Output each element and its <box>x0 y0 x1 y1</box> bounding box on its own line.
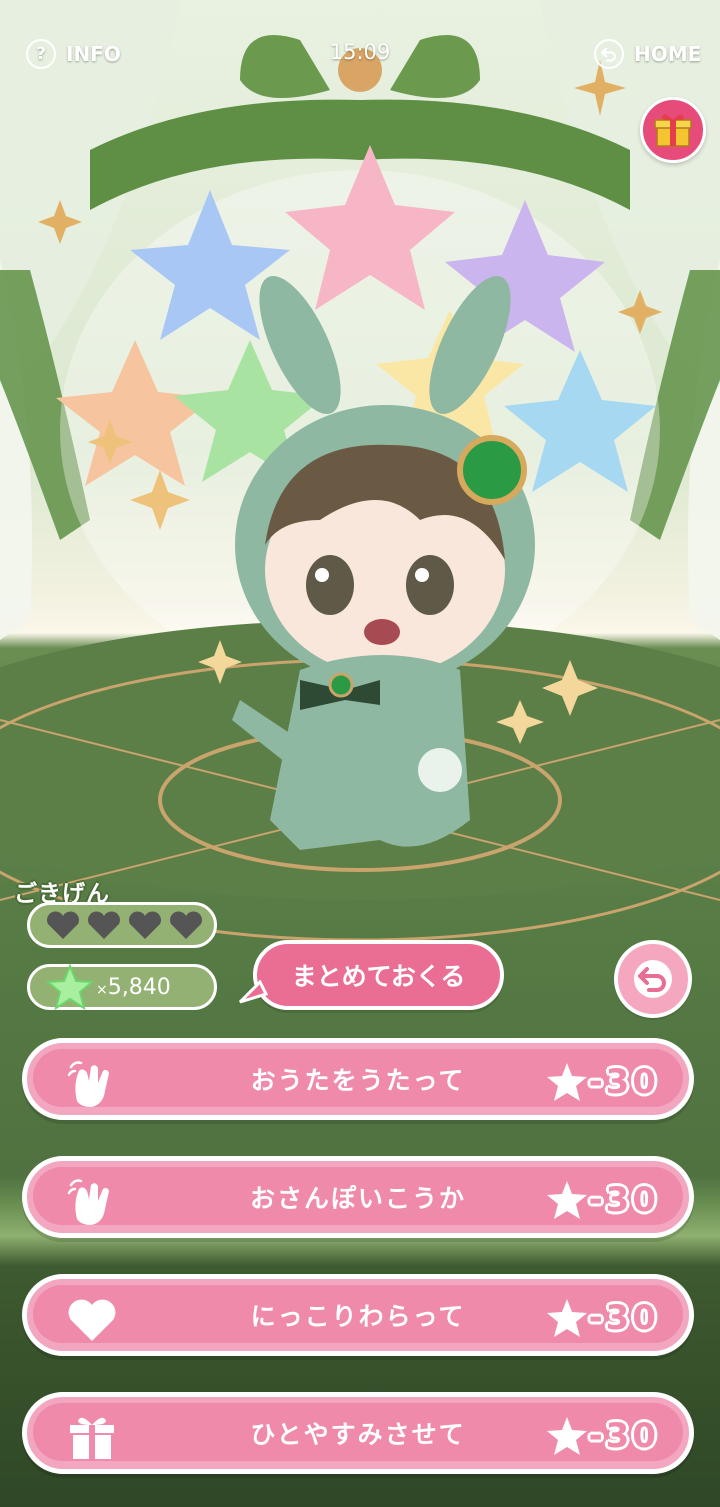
action-cost-value: -30 <box>588 1062 659 1102</box>
star-icon <box>546 1181 587 1219</box>
present-button[interactable] <box>640 97 706 163</box>
star-icon <box>546 1299 587 1337</box>
action-cost-value: -30 <box>588 1416 659 1456</box>
return-arrow-icon <box>594 39 624 69</box>
back-button[interactable] <box>614 940 692 1018</box>
speech-tail <box>238 980 268 1004</box>
game-screen: ? INFO 15:09 HOME ごきげん × 5,840 まとめておくる お… <box>0 0 720 1507</box>
action-cost: -30 <box>545 1173 659 1227</box>
action-button-sing[interactable]: おうたをうたって -30 <box>22 1038 694 1120</box>
send-all-label: まとめておくる <box>291 962 466 991</box>
action-cost: -30 <box>545 1409 659 1463</box>
star-icon <box>546 1417 587 1455</box>
star-count-value: 5,840 <box>107 974 171 1000</box>
home-label: HOME <box>634 42 702 66</box>
action-button-smile[interactable]: にっこりわらって -30 <box>22 1274 694 1356</box>
star-icon <box>546 1063 587 1101</box>
action-cost-value: -30 <box>588 1298 659 1338</box>
action-cost: -30 <box>545 1291 659 1345</box>
heart-icons <box>47 911 202 939</box>
undo-arrow-icon <box>634 960 672 998</box>
green-star-icon <box>46 964 94 1010</box>
action-cost-value: -30 <box>588 1180 659 1220</box>
action-button-walk[interactable]: おさんぽいこうか -30 <box>22 1156 694 1238</box>
action-cost: -30 <box>545 1055 659 1109</box>
gift-icon <box>654 114 692 147</box>
star-currency-counter: × 5,840 <box>27 964 217 1010</box>
star-count-prefix: × <box>96 982 108 998</box>
action-button-rest[interactable]: ひとやすみさせて -30 <box>22 1392 694 1474</box>
send-all-button[interactable]: まとめておくる <box>253 940 504 1010</box>
home-button[interactable]: HOME <box>594 36 701 72</box>
mood-hearts-gauge <box>27 902 217 948</box>
